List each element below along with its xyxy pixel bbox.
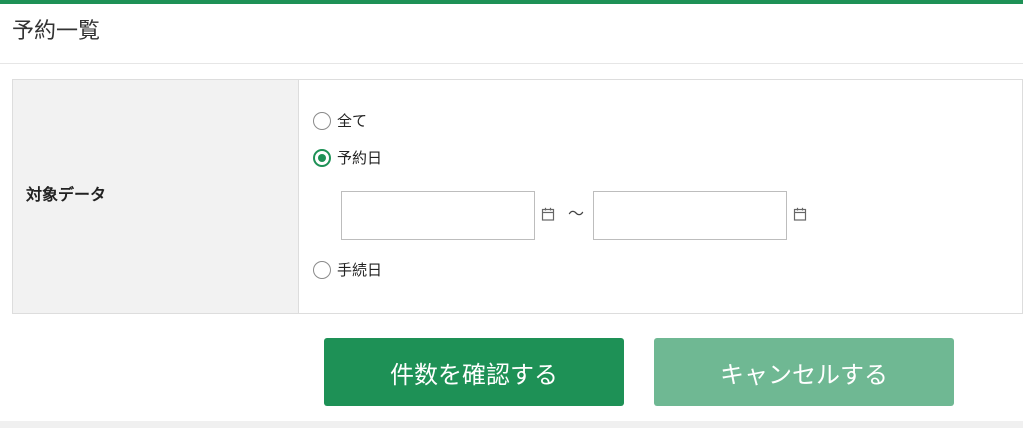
radio-option-all[interactable]: 全て: [313, 111, 367, 131]
top-accent-bar: [0, 0, 1023, 4]
radio-reservation-date[interactable]: [313, 149, 331, 167]
page-title: 予約一覧: [12, 19, 101, 44]
radio-procedure-date[interactable]: [313, 261, 331, 279]
title-divider: [0, 63, 1023, 64]
filter-label: 対象データ: [26, 185, 107, 204]
filter-table: 対象データ 全て 予約日 ～ 手続日: [12, 79, 1023, 314]
confirm-count-button[interactable]: 件数を確認する: [324, 338, 624, 406]
date-to-input[interactable]: [593, 191, 787, 240]
calendar-icon[interactable]: [793, 207, 807, 221]
radio-option-procedure-date[interactable]: 手続日: [313, 260, 382, 280]
filter-label-cell: 対象データ: [13, 80, 299, 313]
calendar-icon[interactable]: [541, 207, 555, 221]
date-from-input[interactable]: [341, 191, 535, 240]
bottom-bar: [0, 421, 1023, 428]
radio-option-reservation-date[interactable]: 予約日: [313, 148, 382, 168]
range-separator: ～: [568, 204, 585, 223]
radio-label-reservation-date: 予約日: [337, 149, 383, 167]
radio-label-all: 全て: [337, 112, 368, 130]
radio-label-procedure-date: 手続日: [337, 261, 383, 279]
cancel-button[interactable]: キャンセルする: [654, 338, 954, 406]
radio-all[interactable]: [313, 112, 331, 130]
